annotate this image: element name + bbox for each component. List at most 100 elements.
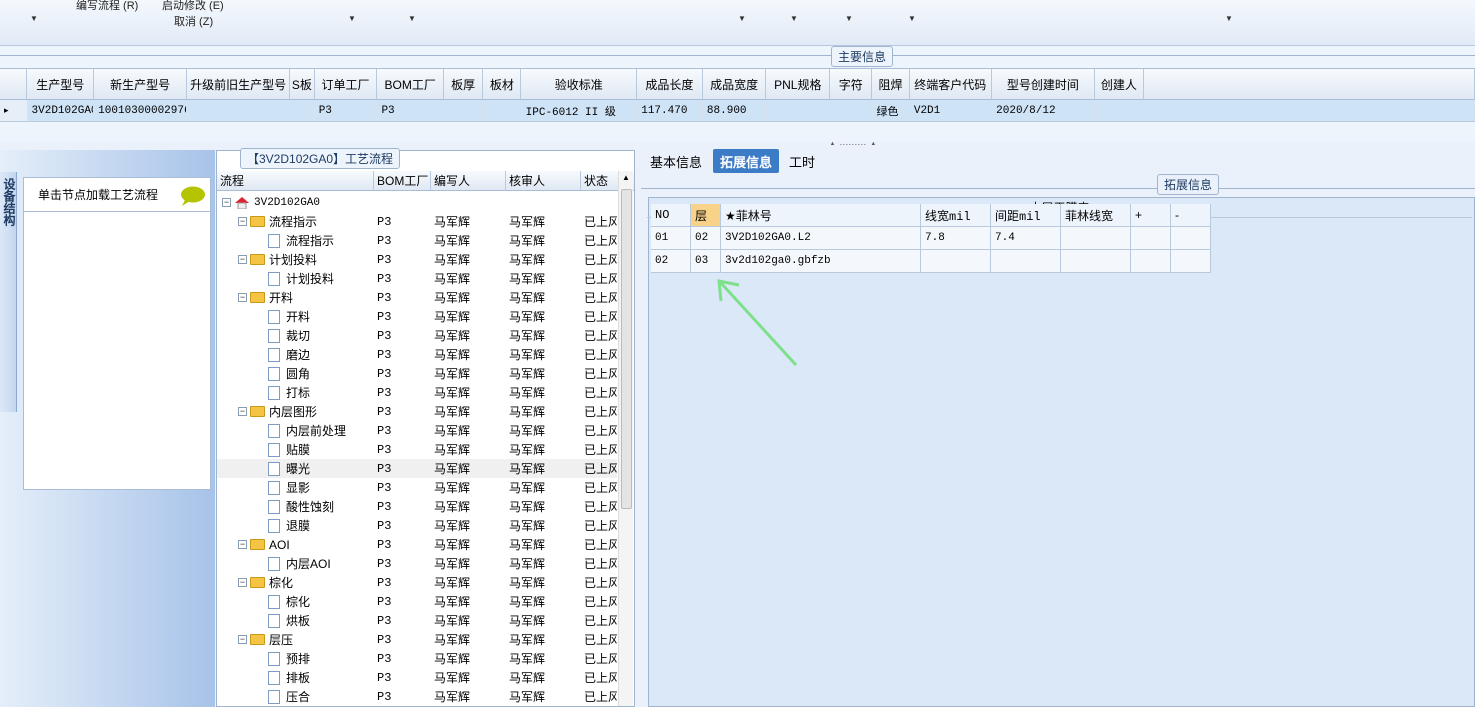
table-row[interactable]: 02 03 3v2d102ga0.gbfzb bbox=[651, 250, 1211, 273]
table-cell[interactable]: 02 bbox=[651, 250, 691, 272]
menu-write-process[interactable]: 编写流程 (R) bbox=[76, 0, 138, 13]
tree-row[interactable]: 棕化 P3 马军辉 马军辉 已上风 bbox=[217, 592, 617, 611]
table-cell[interactable]: 3v2d102ga0.gbfzb bbox=[721, 250, 921, 272]
table-cell[interactable] bbox=[1061, 227, 1131, 249]
table-cell[interactable]: 7.8 bbox=[921, 227, 991, 249]
tree-row[interactable]: − 3V2D102GA0 bbox=[217, 193, 617, 212]
writer: 马军辉 bbox=[434, 576, 471, 590]
table-cell[interactable]: 02 bbox=[691, 227, 721, 249]
table-cell[interactable] bbox=[1131, 250, 1171, 272]
vertical-scrollbar[interactable]: ▲ bbox=[618, 171, 633, 706]
tree-row[interactable]: 排板 P3 马军辉 马军辉 已上风 bbox=[217, 668, 617, 687]
tree-node-label: AOI bbox=[269, 537, 290, 552]
tree-row[interactable]: − 内层图形 P3 马军辉 马军辉 已上风 bbox=[217, 402, 617, 421]
dropdown-arrow-icon[interactable]: ▼ bbox=[408, 14, 416, 23]
dropdown-arrow-icon[interactable]: ▼ bbox=[738, 14, 746, 23]
bom-factory: P3 bbox=[377, 385, 392, 400]
tree-row[interactable]: 烘板 P3 马军辉 马军辉 已上风 bbox=[217, 611, 617, 630]
tree-row[interactable]: 显影 P3 马军辉 马军辉 已上风 bbox=[217, 478, 617, 497]
bom-factory: P3 bbox=[377, 575, 392, 590]
tree-row[interactable]: 曝光 P3 马军辉 马军辉 已上风 bbox=[217, 459, 617, 478]
tree-row[interactable]: − 棕化 P3 马军辉 马军辉 已上风 bbox=[217, 573, 617, 592]
tree-row[interactable]: 预排 P3 马军辉 马军辉 已上风 bbox=[217, 649, 617, 668]
tab-extended-info[interactable]: 拓展信息 bbox=[713, 149, 779, 173]
tab-work-hours[interactable]: 工时 bbox=[784, 149, 820, 173]
table-cell[interactable]: 03 bbox=[691, 250, 721, 272]
device-structure-tab[interactable]: 设备结构 bbox=[0, 172, 17, 412]
status: 已上风 bbox=[584, 443, 617, 457]
folder-icon bbox=[250, 539, 265, 550]
tree-row[interactable]: − 层压 P3 马军辉 马军辉 已上风 bbox=[217, 630, 617, 649]
table-cell[interactable]: 3V2D102GA0.L2 bbox=[721, 227, 921, 249]
tree-row[interactable]: − 流程指示 P3 马军辉 马军辉 已上风 bbox=[217, 212, 617, 231]
bom-factory: P3 bbox=[377, 651, 392, 666]
dropdown-arrow-icon[interactable]: ▼ bbox=[845, 14, 853, 23]
tree-row[interactable]: − 开料 P3 马军辉 马军辉 已上风 bbox=[217, 288, 617, 307]
folder-icon bbox=[250, 634, 265, 645]
table-cell[interactable] bbox=[1131, 227, 1171, 249]
tree-row[interactable]: 流程指示 P3 马军辉 马军辉 已上风 bbox=[217, 231, 617, 250]
table-cell[interactable]: 01 bbox=[651, 227, 691, 249]
dropdown-arrow-icon[interactable]: ▼ bbox=[1225, 14, 1233, 23]
tree-row[interactable]: 内层前处理 P3 马军辉 马军辉 已上风 bbox=[217, 421, 617, 440]
tree-row[interactable]: 打标 P3 马军辉 马军辉 已上风 bbox=[217, 383, 617, 402]
status: 已上风 bbox=[584, 614, 617, 628]
tree-row[interactable]: − 计划投料 P3 马军辉 马军辉 已上风 bbox=[217, 250, 617, 269]
table-cell[interactable]: 7.4 bbox=[991, 227, 1061, 249]
top-toolbar: 编写流程 (R) 启动修改 (E) 取消 (Z) ▼ ▼ ▼ ▼ ▼ ▼ ▼ ▼ bbox=[0, 0, 1475, 46]
speech-bubble-icon bbox=[181, 186, 205, 206]
tree-row[interactable]: 裁切 P3 马军辉 马军辉 已上风 bbox=[217, 326, 617, 345]
tree-node-label: 磨边 bbox=[286, 348, 311, 362]
process-header: 流程 BOM工厂 编写人 核审人 状态 bbox=[217, 171, 634, 191]
tree-row[interactable]: 圆角 P3 马军辉 马军辉 已上风 bbox=[217, 364, 617, 383]
collapse-toggle-icon[interactable]: − bbox=[238, 293, 247, 302]
collapse-toggle-icon[interactable]: − bbox=[238, 578, 247, 587]
scroll-up-icon[interactable]: ▲ bbox=[622, 173, 630, 182]
tree-row[interactable]: 酸性蚀刻 P3 马军辉 马军辉 已上风 bbox=[217, 497, 617, 516]
checker: 马军辉 bbox=[509, 443, 546, 457]
table-cell[interactable] bbox=[1171, 227, 1211, 249]
column-header[interactable]: - bbox=[1171, 204, 1211, 226]
status: 已上风 bbox=[584, 671, 617, 685]
column-header: 间距mil bbox=[991, 204, 1061, 226]
column-header[interactable]: + bbox=[1131, 204, 1171, 226]
table-cell[interactable] bbox=[991, 250, 1061, 272]
tree-row[interactable]: 贴膜 P3 马军辉 马军辉 已上风 bbox=[217, 440, 617, 459]
scroll-thumb[interactable] bbox=[621, 189, 632, 509]
tree-row[interactable]: 磨边 P3 马军辉 马军辉 已上风 bbox=[217, 345, 617, 364]
table-cell: V2D1 bbox=[910, 100, 993, 121]
dropdown-arrow-icon[interactable]: ▼ bbox=[30, 14, 38, 23]
dropdown-arrow-icon[interactable]: ▼ bbox=[790, 14, 798, 23]
collapse-toggle-icon[interactable]: − bbox=[238, 540, 247, 549]
bom-factory: P3 bbox=[377, 214, 392, 229]
document-icon bbox=[268, 556, 280, 571]
tree-row[interactable]: − AOI P3 马军辉 马军辉 已上风 bbox=[217, 535, 617, 554]
process-tree-panel: 流程 BOM工厂 编写人 核审人 状态 −3V2D102GA0− 流程指示 P3 马军辉 … bbox=[216, 150, 635, 707]
checker: 马军辉 bbox=[509, 215, 546, 229]
writer: 马军辉 bbox=[434, 386, 471, 400]
collapse-toggle-icon[interactable]: − bbox=[238, 217, 247, 226]
tree-row[interactable]: 内层AOI P3 马军辉 马军辉 已上风 bbox=[217, 554, 617, 573]
status: 已上风 bbox=[584, 595, 617, 609]
menu-start-modify[interactable]: 启动修改 (E) bbox=[162, 0, 224, 13]
tree-row[interactable]: 开料 P3 马军辉 马军辉 已上风 bbox=[217, 307, 617, 326]
collapse-toggle-icon[interactable]: − bbox=[222, 198, 231, 207]
tab-basic-info[interactable]: 基本信息 bbox=[645, 149, 707, 173]
table-cell[interactable] bbox=[921, 250, 991, 272]
menu-cancel[interactable]: 取消 (Z) bbox=[174, 13, 213, 29]
dropdown-arrow-icon[interactable]: ▼ bbox=[348, 14, 356, 23]
status: 已上风 bbox=[584, 215, 617, 229]
tree-row[interactable]: 退膜 P3 马军辉 马军辉 已上风 bbox=[217, 516, 617, 535]
table-cell: 3V2D102GA0 bbox=[28, 100, 95, 121]
table-cell[interactable] bbox=[1061, 250, 1131, 272]
dropdown-arrow-icon[interactable]: ▼ bbox=[908, 14, 916, 23]
table-row[interactable]: ▸ 3V2D102GA0 10010300002976 P3 P3 IPC-6012 II… bbox=[0, 100, 1475, 122]
table-row[interactable]: 01 02 3V2D102GA0.L2 7.8 7.4 bbox=[651, 227, 1211, 250]
tree-row[interactable]: 计划投料 P3 马军辉 马军辉 已上风 bbox=[217, 269, 617, 288]
tree-row[interactable]: 压合 P3 马军辉 马军辉 已上风 bbox=[217, 687, 617, 706]
collapse-toggle-icon[interactable]: − bbox=[238, 635, 247, 644]
collapse-toggle-icon[interactable]: − bbox=[238, 255, 247, 264]
writer: 马军辉 bbox=[434, 443, 471, 457]
collapse-toggle-icon[interactable]: − bbox=[238, 407, 247, 416]
table-cell[interactable] bbox=[1171, 250, 1211, 272]
